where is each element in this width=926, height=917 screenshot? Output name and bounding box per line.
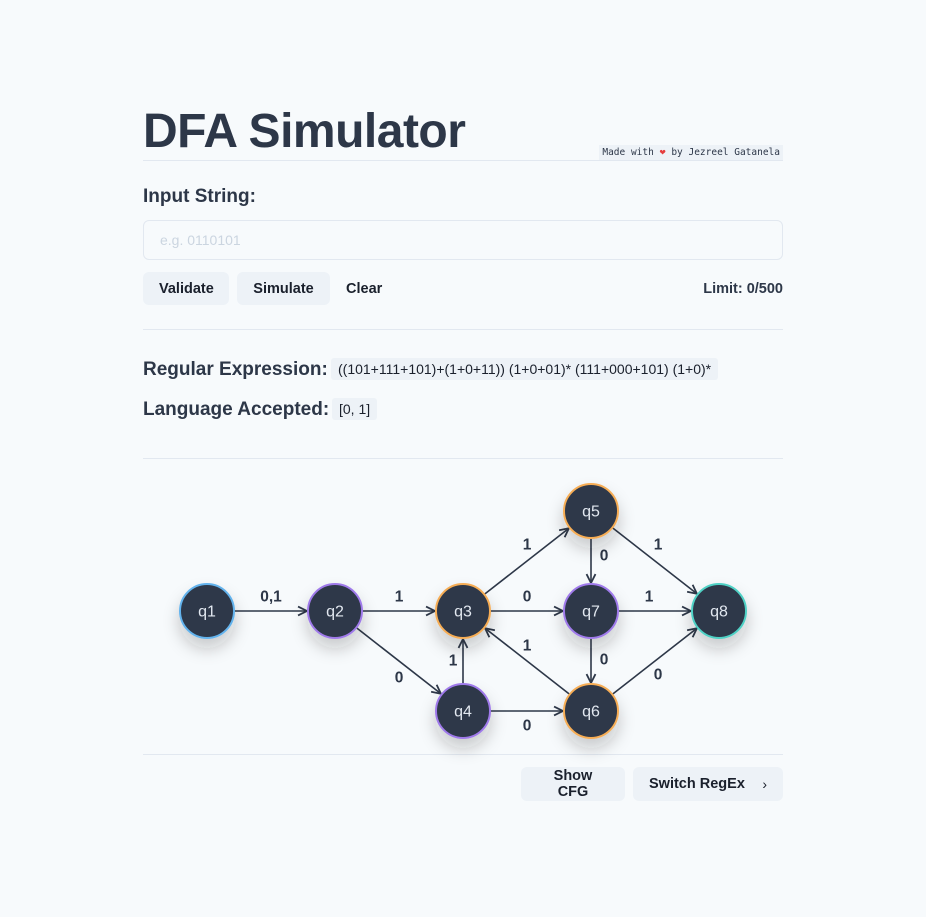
state-node-q6[interactable]: q6: [563, 683, 619, 739]
state-node-q8[interactable]: q8: [691, 583, 747, 639]
transition-label: 0: [600, 548, 609, 565]
transition-label: 1: [395, 589, 404, 606]
transition-label: 1: [523, 537, 532, 554]
state-label: q1: [198, 604, 216, 621]
state-node-q3[interactable]: q3: [435, 583, 491, 639]
transition-q6-q8: [611, 628, 697, 696]
transition-label: 0: [600, 652, 609, 669]
dfa-diagram: 0,1 1 0 1 0 1 0 1 0 1 1 0 0 q1 q2 q3 q4 q5 q6 q7 q8: [179, 483, 747, 739]
transition-label: 0: [654, 667, 663, 684]
state-node-q1[interactable]: q1: [179, 583, 235, 639]
state-label: q4: [454, 704, 472, 721]
transition-label: 0: [523, 718, 532, 735]
state-label: q3: [454, 604, 472, 621]
transition-label: 1: [523, 638, 532, 655]
transition-label: 1: [645, 589, 654, 606]
state-node-q7[interactable]: q7: [563, 583, 619, 639]
transition-label: 0: [395, 670, 404, 687]
transition-label: 0,1: [260, 589, 282, 606]
state-label: q5: [582, 504, 600, 521]
state-node-q4[interactable]: q4: [435, 683, 491, 739]
state-node-q5[interactable]: q5: [563, 483, 619, 539]
state-label: q2: [326, 604, 344, 621]
transition-label: 1: [449, 653, 458, 670]
state-label: q8: [710, 604, 728, 621]
transition-label: 1: [654, 537, 663, 554]
state-label: q7: [582, 604, 600, 621]
state-node-q2[interactable]: q2: [307, 583, 363, 639]
state-label: q6: [582, 704, 600, 721]
transition-label: 0: [523, 589, 532, 606]
